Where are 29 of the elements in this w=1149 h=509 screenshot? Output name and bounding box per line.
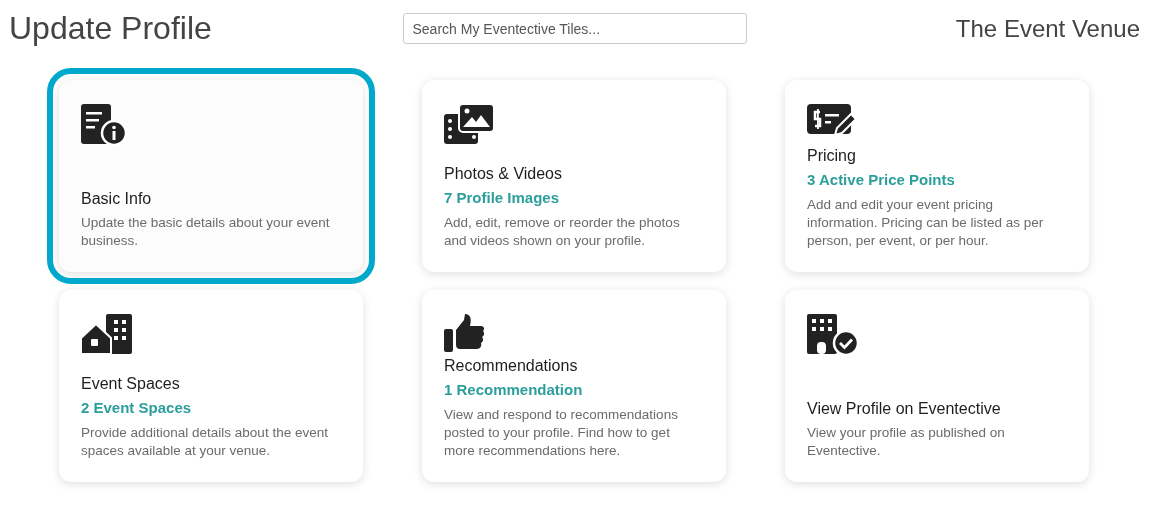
tile-description: Provide additional details about the event spaces available at your venue.: [81, 424, 329, 460]
profile-tile[interactable]: Photos & Videos 7 Profile Images Add, edit, remove or reorder the photos and videos shown on your profile.: [422, 80, 726, 272]
tile-title: Basic Info: [81, 190, 153, 208]
photo-film-icon: [444, 104, 494, 144]
tile-description: View your profile as published on Eventective.: [807, 424, 1006, 460]
profile-tile[interactable]: Pricing 3 Active Price Points Add and edit your event pricing information. Pricing can be listed as per person, per event, or per hour.: [785, 80, 1089, 272]
page-title: Update Profile: [9, 10, 213, 47]
tile-description: Add and edit your event pricing information. Pricing can be listed as per person, per event, or per hour.: [807, 196, 1045, 250]
tile-count: 7 Profile Images: [444, 189, 561, 206]
tile-count: 1 Recommendation: [444, 381, 584, 398]
profile-tile[interactable]: View Profile on Eventective View your profile as published on Eventective.: [785, 290, 1089, 482]
search-field[interactable]: Search My Eventective Tiles...: [402, 13, 747, 44]
tile-title: Pricing: [807, 147, 857, 165]
profile-tile[interactable]: Event Spaces 2 Event Spaces Provide additional details about the event spaces available at your venue.: [59, 290, 363, 482]
tile-title: View Profile on Eventective: [807, 400, 1002, 418]
venue-name: The Event Venue: [955, 14, 1140, 43]
building-check-icon: [807, 314, 859, 356]
document-info-icon: [81, 104, 127, 146]
tile-title: Recommendations: [444, 357, 579, 375]
house-building-icon: [81, 314, 133, 356]
tile-title: Event Spaces: [81, 375, 181, 393]
tile-description: View and respond to recommendations posted to your profile. Find how to get more recommendations here.: [444, 406, 679, 460]
tile-count: 2 Event Spaces: [81, 399, 193, 416]
thumbs-up-icon: [444, 314, 486, 352]
tile-description: Add, edit, remove or reorder the photos and videos shown on your profile.: [444, 214, 681, 250]
tile-title: Photos & Videos: [444, 165, 563, 183]
tile-description: Update the basic details about your event business.: [81, 214, 331, 250]
profile-tile[interactable]: Recommendations 1 Recommendation View and respond to recommendations posted to your profile. Find how to get more recommendations here.: [422, 290, 726, 482]
tile-count: 3 Active Price Points: [807, 171, 956, 188]
